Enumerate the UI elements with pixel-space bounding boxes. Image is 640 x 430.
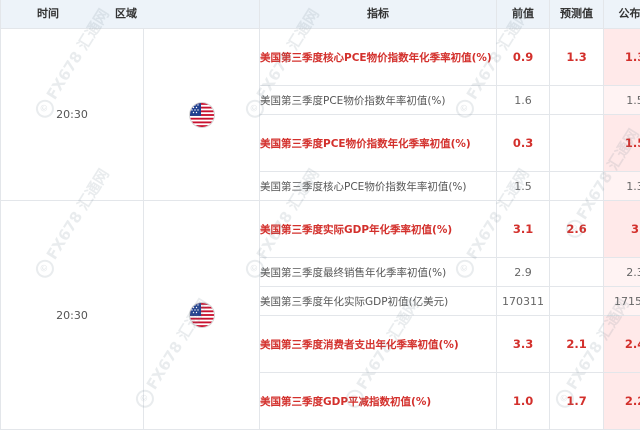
indicator-name[interactable]: 美国第三季度核心PCE物价指数年率初值(%) (260, 172, 497, 201)
actual-value: 2.3 (604, 258, 640, 287)
forecast-value: 1.7 (550, 373, 604, 430)
table-header-row: 时间区域 指标 前值 预测值 公布值 (1, 0, 640, 29)
event-time: 20:30 (1, 201, 144, 430)
us-flag-icon (190, 103, 214, 127)
event-time: 20:30 (1, 29, 144, 201)
indicator-name[interactable]: 美国第三季度PCE物价指数年化季率初值(%) (260, 115, 497, 172)
region-cell (144, 29, 260, 201)
indicator-name[interactable]: 美国第三季度实际GDP年化季率初值(%) (260, 201, 497, 258)
header-time-region: 时间区域 (1, 0, 260, 29)
previous-value: 1.5 (497, 172, 550, 201)
header-region: 区域 (95, 5, 157, 21)
actual-value: 3 (604, 201, 640, 258)
actual-value: 2.2 (604, 373, 640, 430)
calendar-body: 20:30美国第三季度核心PCE物价指数年化季率初值(%)0.91.31.3美国… (1, 29, 640, 430)
previous-value: 1.0 (497, 373, 550, 430)
actual-value: 1.3 (604, 172, 640, 201)
actual-value: 171569 (604, 287, 640, 316)
previous-value: 170311 (497, 287, 550, 316)
forecast-value: 2.1 (550, 316, 604, 373)
forecast-value (550, 287, 604, 316)
actual-value: 1.3 (604, 29, 640, 86)
table-row[interactable]: 20:30美国第三季度实际GDP年化季率初值(%)3.12.63 (1, 201, 640, 258)
economic-calendar-table: 时间区域 指标 前值 预测值 公布值 20:30美国第三季度核心PCE物价指数年… (0, 0, 640, 430)
actual-value: 2.4 (604, 316, 640, 373)
previous-value: 0.9 (497, 29, 550, 86)
forecast-value (550, 172, 604, 201)
previous-value: 1.6 (497, 86, 550, 115)
indicator-name[interactable]: 美国第三季度PCE物价指数年率初值(%) (260, 86, 497, 115)
indicator-name[interactable]: 美国第三季度年化实际GDP初值(亿美元) (260, 287, 497, 316)
header-indicator: 指标 (260, 0, 497, 29)
forecast-value (550, 115, 604, 172)
forecast-value: 1.3 (550, 29, 604, 86)
forecast-value: 2.6 (550, 201, 604, 258)
previous-value: 0.3 (497, 115, 550, 172)
header-forecast: 预测值 (550, 0, 604, 29)
forecast-value (550, 258, 604, 287)
indicator-name[interactable]: 美国第三季度GDP平减指数初值(%) (260, 373, 497, 430)
header-previous: 前值 (497, 0, 550, 29)
us-flag-icon (190, 303, 214, 327)
indicator-name[interactable]: 美国第三季度消费者支出年化季率初值(%) (260, 316, 497, 373)
previous-value: 3.1 (497, 201, 550, 258)
region-cell (144, 201, 260, 430)
indicator-name[interactable]: 美国第三季度最终销售年化季率初值(%) (260, 258, 497, 287)
previous-value: 2.9 (497, 258, 550, 287)
actual-value: 1.5 (604, 86, 640, 115)
header-actual: 公布值 (604, 0, 640, 29)
indicator-name[interactable]: 美国第三季度核心PCE物价指数年化季率初值(%) (260, 29, 497, 86)
previous-value: 3.3 (497, 316, 550, 373)
header-time: 时间 (1, 5, 95, 21)
actual-value: 1.5 (604, 115, 640, 172)
forecast-value (550, 86, 604, 115)
table-row[interactable]: 20:30美国第三季度核心PCE物价指数年化季率初值(%)0.91.31.3 (1, 29, 640, 86)
